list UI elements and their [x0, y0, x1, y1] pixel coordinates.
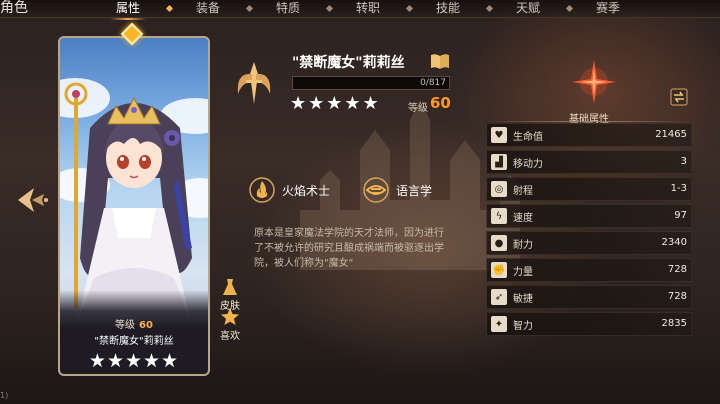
boot-icon: ▟ [491, 154, 507, 170]
character-card[interactable]: 等级 60 "禁断魔女"莉莉丝 ★★★★★ [58, 36, 210, 376]
figure-icon: ● [491, 235, 507, 251]
previous-character-arrow-icon[interactable] [14, 180, 54, 220]
corner-text: 1) [0, 391, 9, 400]
card-character-name: "禁断魔女"莉莉丝 [94, 336, 174, 347]
attributes-divider [486, 121, 692, 122]
level-value: 60 [430, 94, 451, 112]
level-label: 等级 [408, 103, 428, 114]
linguistics-icon [363, 177, 389, 203]
class-emblem-icon [237, 62, 271, 104]
tab-class-change[interactable]: 转职 [328, 0, 414, 18]
card-star-rating: ★★★★★ [88, 350, 180, 372]
attribute-row-strength: ✊ 力量 728 [486, 258, 692, 282]
trait-fire-mage[interactable]: 火焰术士 [248, 176, 330, 204]
character-description: 原本是皇家魔法学院的天才法师，因为进行了不被允许的研究且酿成祸端而被驱逐出学院，… [254, 228, 444, 269]
target-icon: ◎ [491, 181, 507, 197]
card-level: 等级 60 [115, 320, 153, 331]
like-label: 喜欢 [220, 331, 240, 342]
heart-icon: ♥ [491, 127, 507, 143]
hero-name: "禁断魔女"莉莉丝 [292, 55, 405, 71]
experience-bar: 0/817 [292, 76, 450, 90]
book-icon[interactable] [430, 52, 450, 70]
tab-skills[interactable]: 技能 [408, 0, 494, 18]
intelligence-icon: ✦ [491, 316, 507, 332]
experience-text: 0/817 [420, 78, 446, 88]
tab-traits[interactable]: 特质 [248, 0, 334, 18]
attribute-row-hp: ♥ 生命值 21465 [486, 123, 692, 147]
tab-bar: 属性 装备 特质 转职 技能 天赋 赛季 [88, 0, 648, 20]
tab-talents[interactable]: 天赋 [488, 0, 574, 18]
top-bar: 角色 属性 装备 特质 转职 技能 天赋 赛季 [0, 0, 720, 20]
lightning-icon: ϟ [491, 208, 507, 224]
attribute-row-intelligence: ✦ 智力 2835 [486, 312, 692, 336]
page-title: 角色 [0, 0, 28, 16]
compass-star-icon [572, 60, 616, 104]
fist-icon: ✊ [491, 262, 507, 278]
attribute-row-agility: ➶ 敏捷 728 [486, 285, 692, 309]
like-button[interactable]: 喜欢 [216, 308, 244, 342]
skin-button[interactable]: 皮肤 [216, 278, 244, 312]
attribute-row-speed: ϟ 速度 97 [486, 204, 692, 228]
hero-star-rating: ★★★★★ [290, 93, 381, 114]
attribute-row-range: ◎ 射程 1-3 [486, 177, 692, 201]
tab-equipment[interactable]: 装备 [168, 0, 254, 18]
tab-season[interactable]: 赛季 [568, 0, 648, 18]
star-icon [221, 308, 239, 325]
fire-mage-icon [249, 177, 275, 203]
tab-attributes[interactable]: 属性 [88, 0, 174, 20]
trait-linguistics[interactable]: 语言学 [362, 176, 432, 204]
attribute-row-movement: ▟ 移动力 3 [486, 150, 692, 174]
attribute-row-stamina: ● 耐力 2340 [486, 231, 692, 255]
dress-icon [223, 279, 237, 295]
attribute-list: ♥ 生命值 21465 ▟ 移动力 3 ◎ 射程 1-3 ϟ 速度 97 ● 耐… [486, 123, 692, 339]
swap-icon[interactable] [670, 88, 688, 106]
agility-icon: ➶ [491, 289, 507, 305]
